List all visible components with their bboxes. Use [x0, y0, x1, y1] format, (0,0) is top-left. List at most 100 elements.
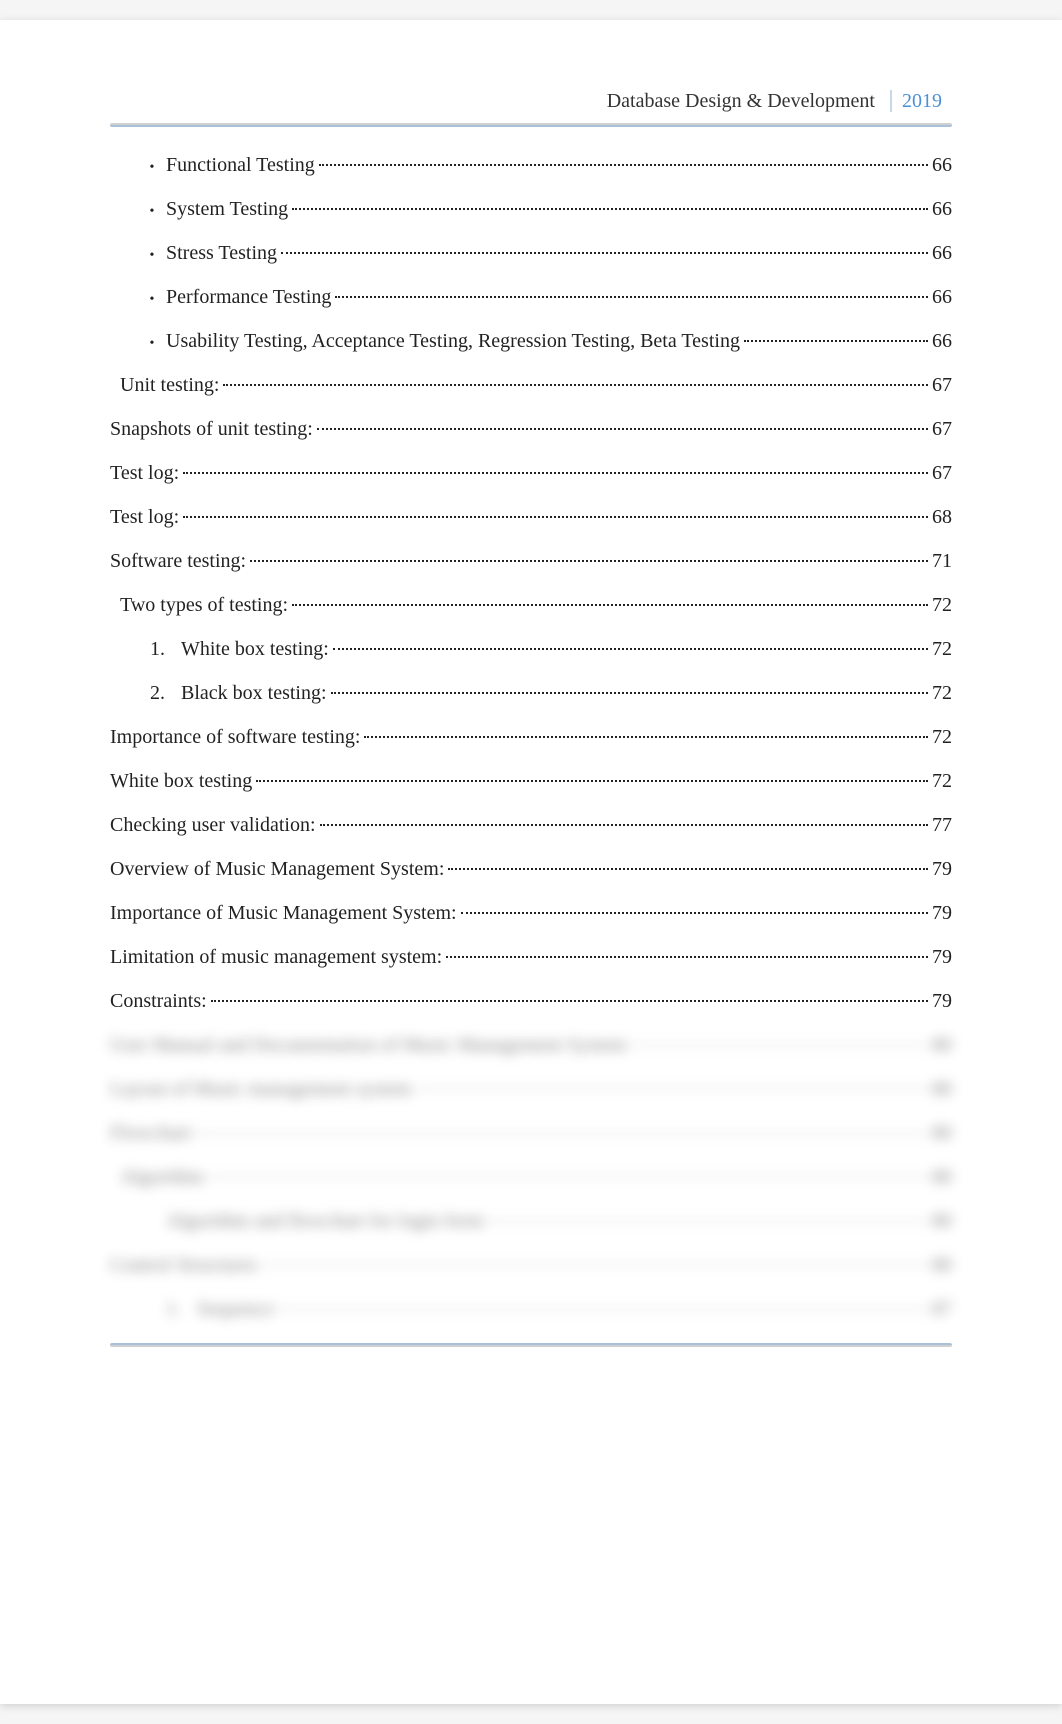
- toc-text: Black box testing:: [181, 683, 327, 703]
- toc-entry: •System Testing 66: [110, 199, 952, 219]
- toc-page-number: 71: [932, 551, 952, 571]
- toc-entry: Unit testing: 67: [110, 375, 952, 395]
- toc-leader: [261, 1264, 928, 1266]
- toc-leader: [364, 736, 928, 738]
- toc-leader: [207, 1176, 928, 1178]
- toc-entry: 1.White box testing: 72: [110, 639, 952, 659]
- document-page: Database Design & Development 2019 •Func…: [0, 20, 1062, 1704]
- toc-leader: [487, 1220, 928, 1222]
- toc-entry: Importance of software testing: 72: [110, 727, 952, 747]
- toc-text: Test log:: [110, 463, 179, 483]
- toc-text: Snapshots of unit testing:: [110, 419, 313, 439]
- toc-page-number: 67: [932, 463, 952, 483]
- toc-page-number: 80: [932, 1255, 952, 1275]
- toc-text: Sequence: [197, 1299, 274, 1319]
- toc-page-number: 80: [932, 1079, 952, 1099]
- bullet-icon: •: [138, 161, 166, 175]
- toc-leader: [461, 912, 928, 914]
- toc-leader: [319, 164, 928, 166]
- toc-page-number: 87: [932, 1299, 952, 1319]
- header-title: Database Design & Development: [607, 90, 875, 112]
- toc-text: Performance Testing: [166, 287, 331, 307]
- toc-page-number: 80: [932, 1035, 952, 1055]
- toc-leader: [744, 340, 928, 342]
- toc-leader: [333, 648, 928, 650]
- toc-entry: •Functional Testing 66: [110, 155, 952, 175]
- toc-text: Constraints:: [110, 991, 207, 1011]
- toc-page-number: 72: [932, 639, 952, 659]
- toc-page-number: 67: [932, 375, 952, 395]
- toc-text: Control Structures: [110, 1255, 257, 1275]
- toc-number: 1.: [150, 639, 165, 659]
- toc-text: Two types of testing:: [120, 595, 288, 615]
- toc-text: Test log:: [110, 507, 179, 527]
- header-rule: [110, 123, 952, 127]
- toc-page-number: 79: [932, 947, 952, 967]
- toc-leader: [317, 428, 928, 430]
- toc-text: Functional Testing: [166, 155, 315, 175]
- toc-page-number: 66: [932, 155, 952, 175]
- toc-page-number: 66: [932, 331, 952, 351]
- toc-text: Importance of Music Management System:: [110, 903, 457, 923]
- toc-leader: [630, 1044, 928, 1046]
- page-header: Database Design & Development 2019: [110, 90, 952, 113]
- toc-entry: 2. Black box testing: 72: [110, 683, 952, 703]
- toc-text: Layout of Music management system: [110, 1079, 411, 1099]
- toc-leader: [415, 1088, 928, 1090]
- toc-text: Overview of Music Management System:: [110, 859, 444, 879]
- toc-leader: [195, 1132, 928, 1134]
- toc-entry: Algorithm and flowchart for login form 8…: [110, 1211, 952, 1231]
- toc-page-number: 72: [932, 683, 952, 703]
- toc-entry: Overview of Music Management System: 79: [110, 859, 952, 879]
- toc-page-number: 77: [932, 815, 952, 835]
- toc-page-number: 79: [932, 903, 952, 923]
- toc-page-number: 80: [932, 1167, 952, 1187]
- toc-page-number: 79: [932, 859, 952, 879]
- toc-text: Software testing:: [110, 551, 246, 571]
- toc-text: Checking user validation:: [110, 815, 316, 835]
- toc-page-number: 72: [932, 727, 952, 747]
- toc-text: System Testing: [166, 199, 288, 219]
- toc-leader: [250, 560, 928, 562]
- toc-leader: [446, 956, 928, 958]
- toc-entry: Constraints: 79: [110, 991, 952, 1011]
- toc-entry: Software testing: 71: [110, 551, 952, 571]
- toc-text: Unit testing:: [120, 375, 219, 395]
- toc-number: 1.: [166, 1299, 181, 1319]
- table-of-contents: •Functional Testing 66•System Testing 66…: [110, 155, 952, 1319]
- toc-page-number: 68: [932, 507, 952, 527]
- toc-page-number: 80: [932, 1123, 952, 1143]
- toc-number: 2.: [150, 683, 165, 703]
- toc-text: White box testing: [110, 771, 252, 791]
- toc-leader: [331, 692, 928, 694]
- toc-leader: [281, 252, 928, 254]
- toc-text: Algorithm: [120, 1167, 203, 1187]
- toc-entry: •Performance Testing 66: [110, 287, 952, 307]
- toc-leader: [256, 780, 928, 782]
- toc-text: Flowchart: [110, 1123, 191, 1143]
- toc-entry: Algorithm 80: [110, 1167, 952, 1187]
- toc-page-number: 72: [932, 771, 952, 791]
- toc-entry: Limitation of music management system: 7…: [110, 947, 952, 967]
- toc-leader: [278, 1308, 928, 1310]
- toc-entry: Checking user validation: 77: [110, 815, 952, 835]
- toc-leader: [448, 868, 928, 870]
- toc-page-number: 66: [932, 287, 952, 307]
- toc-entry: •Usability Testing, Acceptance Testing, …: [110, 331, 952, 351]
- toc-page-number: 79: [932, 991, 952, 1011]
- toc-leader: [183, 472, 928, 474]
- toc-entry: Control Structures 80: [110, 1255, 952, 1275]
- toc-entry: White box testing 72: [110, 771, 952, 791]
- toc-entry: Importance of Music Management System: 7…: [110, 903, 952, 923]
- toc-text: Usability Testing, Acceptance Testing, R…: [166, 331, 740, 351]
- toc-entry: 1. Sequence 87: [110, 1299, 952, 1319]
- toc-entry: Test log: 68: [110, 507, 952, 527]
- bullet-icon: •: [138, 249, 166, 263]
- toc-leader: [335, 296, 928, 298]
- toc-leader: [320, 824, 928, 826]
- toc-page-number: 67: [932, 419, 952, 439]
- toc-entry: •Stress Testing 66: [110, 243, 952, 263]
- header-year: 2019: [890, 90, 942, 112]
- bullet-icon: •: [138, 293, 166, 307]
- toc-text: Algorithm and flowchart for login form: [166, 1211, 483, 1231]
